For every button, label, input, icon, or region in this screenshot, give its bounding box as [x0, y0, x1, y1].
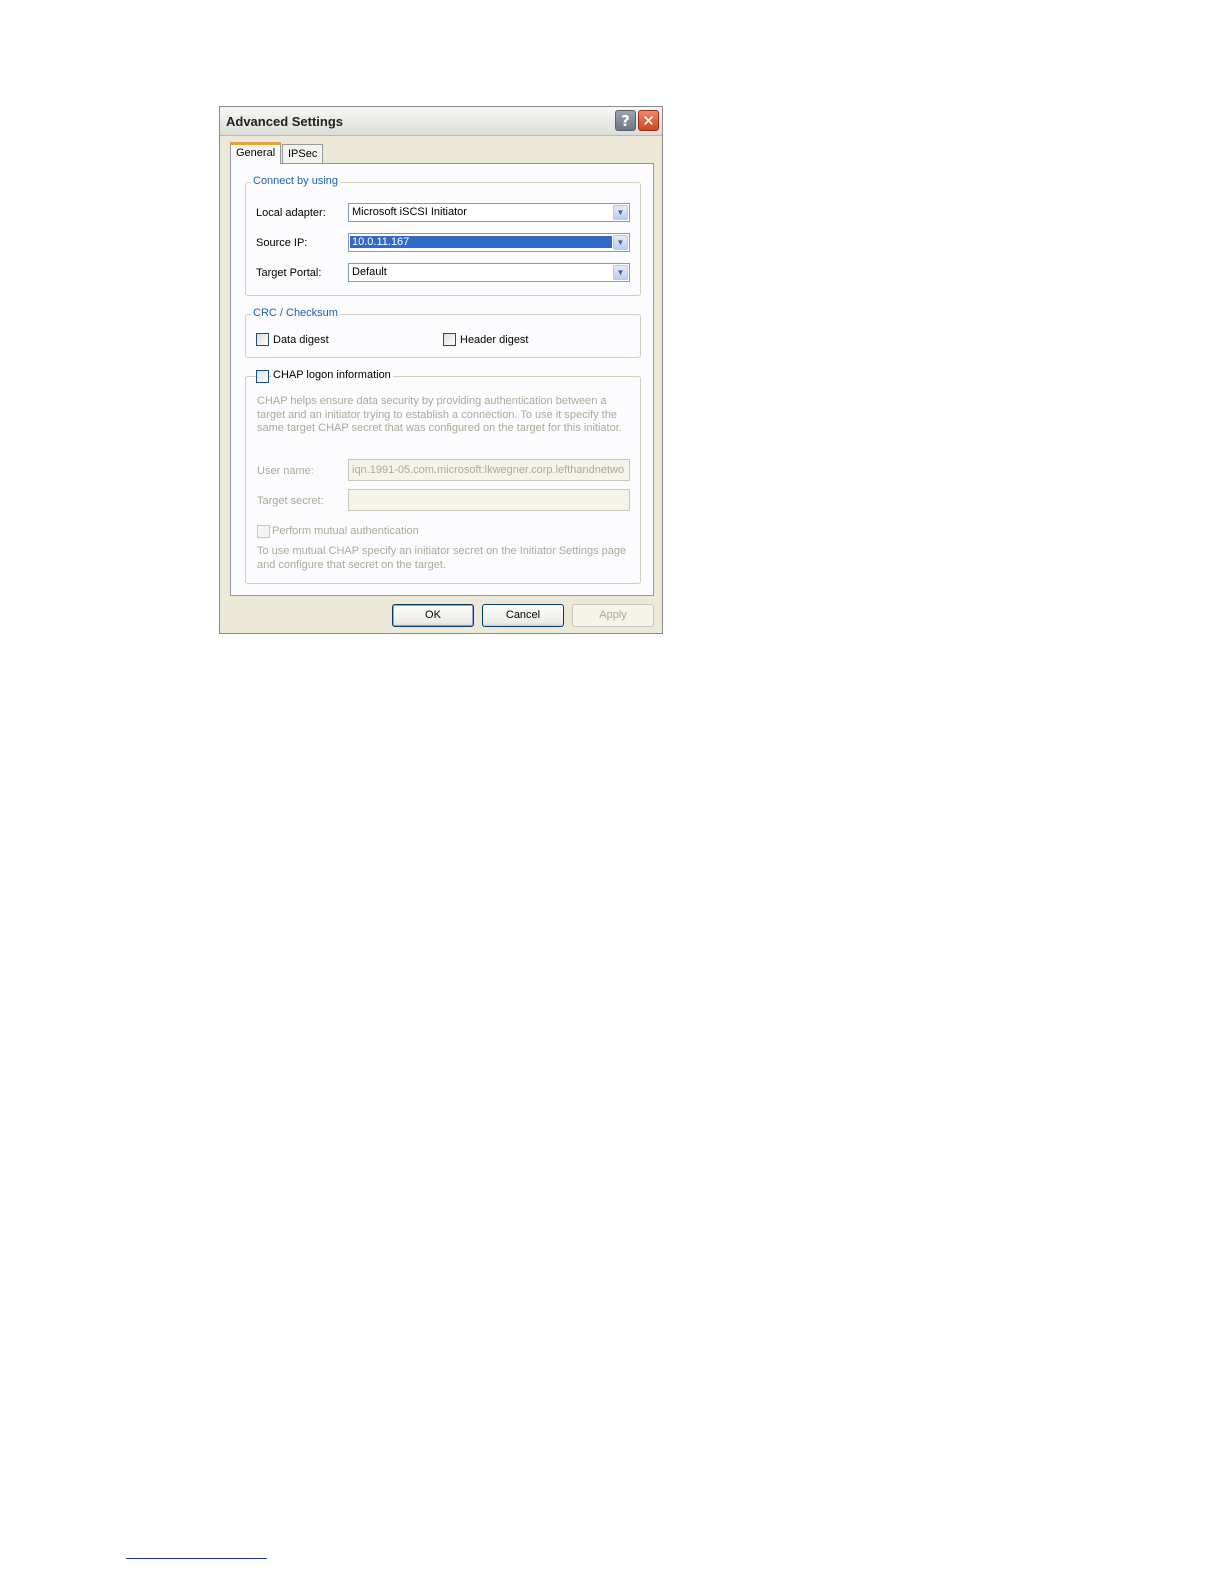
cancel-button[interactable]: Cancel — [482, 604, 564, 627]
mutual-auth-checkbox[interactable] — [257, 525, 270, 538]
local-adapter-select[interactable]: Microsoft iSCSI Initiator ▼ — [348, 203, 630, 222]
chevron-down-icon[interactable]: ▼ — [613, 205, 628, 220]
tab-general[interactable]: General — [230, 142, 282, 164]
mutual-auth-note: To use mutual CHAP specify an initiator … — [257, 545, 627, 571]
chap-logon-group: CHAP logon information CHAP helps ensure… — [245, 369, 641, 584]
footnote-divider — [126, 1558, 267, 1559]
chevron-down-icon[interactable]: ▼ — [613, 235, 628, 250]
local-adapter-value: Microsoft iSCSI Initiator — [352, 206, 467, 218]
dialog-title: Advanced Settings — [226, 114, 344, 129]
local-adapter-label: Local adapter: — [256, 207, 326, 219]
close-icon[interactable]: ✕ — [638, 110, 659, 131]
source-ip-value: 10.0.11.167 — [350, 236, 612, 248]
chap-description: CHAP helps ensure data security by provi… — [257, 395, 622, 434]
user-name-label: User name: — [257, 465, 314, 477]
chevron-down-icon[interactable]: ▼ — [613, 265, 628, 280]
ok-button[interactable]: OK — [392, 604, 474, 627]
target-secret-label: Target secret: — [257, 495, 324, 507]
chap-logon-label[interactable]: CHAP logon information — [271, 369, 393, 381]
target-portal-value: Default — [352, 266, 387, 278]
data-digest-label[interactable]: Data digest — [273, 334, 329, 346]
general-tab-page: Connect by using Local adapter: Microsof… — [230, 163, 654, 596]
apply-button[interactable]: Apply — [572, 604, 654, 627]
chap-logon-checkbox[interactable] — [256, 370, 269, 383]
target-portal-select[interactable]: Default ▼ — [348, 263, 630, 282]
target-secret-input[interactable] — [348, 489, 630, 511]
user-name-value: iqn.1991-05.com.microsoft:lkwegner.corp.… — [352, 464, 625, 476]
source-ip-select[interactable]: 10.0.11.167 ▼ — [348, 233, 630, 252]
mutual-auth-label[interactable]: Perform mutual authentication — [272, 525, 419, 537]
header-digest-label[interactable]: Header digest — [460, 334, 529, 346]
crc-group-legend: CRC / Checksum — [251, 307, 340, 319]
advanced-settings-dialog: Advanced Settings ? ✕ General IPSec Conn… — [219, 106, 663, 634]
data-digest-checkbox[interactable] — [256, 333, 269, 346]
connect-by-using-group: Connect by using Local adapter: Microsof… — [245, 175, 641, 296]
source-ip-label: Source IP: — [256, 237, 308, 249]
help-icon[interactable]: ? — [615, 110, 636, 131]
connect-group-legend: Connect by using — [251, 175, 340, 187]
crc-checksum-group: CRC / Checksum Data digest Header digest — [245, 307, 641, 358]
tab-ipsec[interactable]: IPSec — [282, 144, 324, 163]
title-bar[interactable]: Advanced Settings ? ✕ — [220, 107, 662, 136]
header-digest-checkbox[interactable] — [443, 333, 456, 346]
target-portal-label: Target Portal: — [256, 267, 322, 279]
user-name-input[interactable]: iqn.1991-05.com.microsoft:lkwegner.corp.… — [348, 459, 630, 481]
